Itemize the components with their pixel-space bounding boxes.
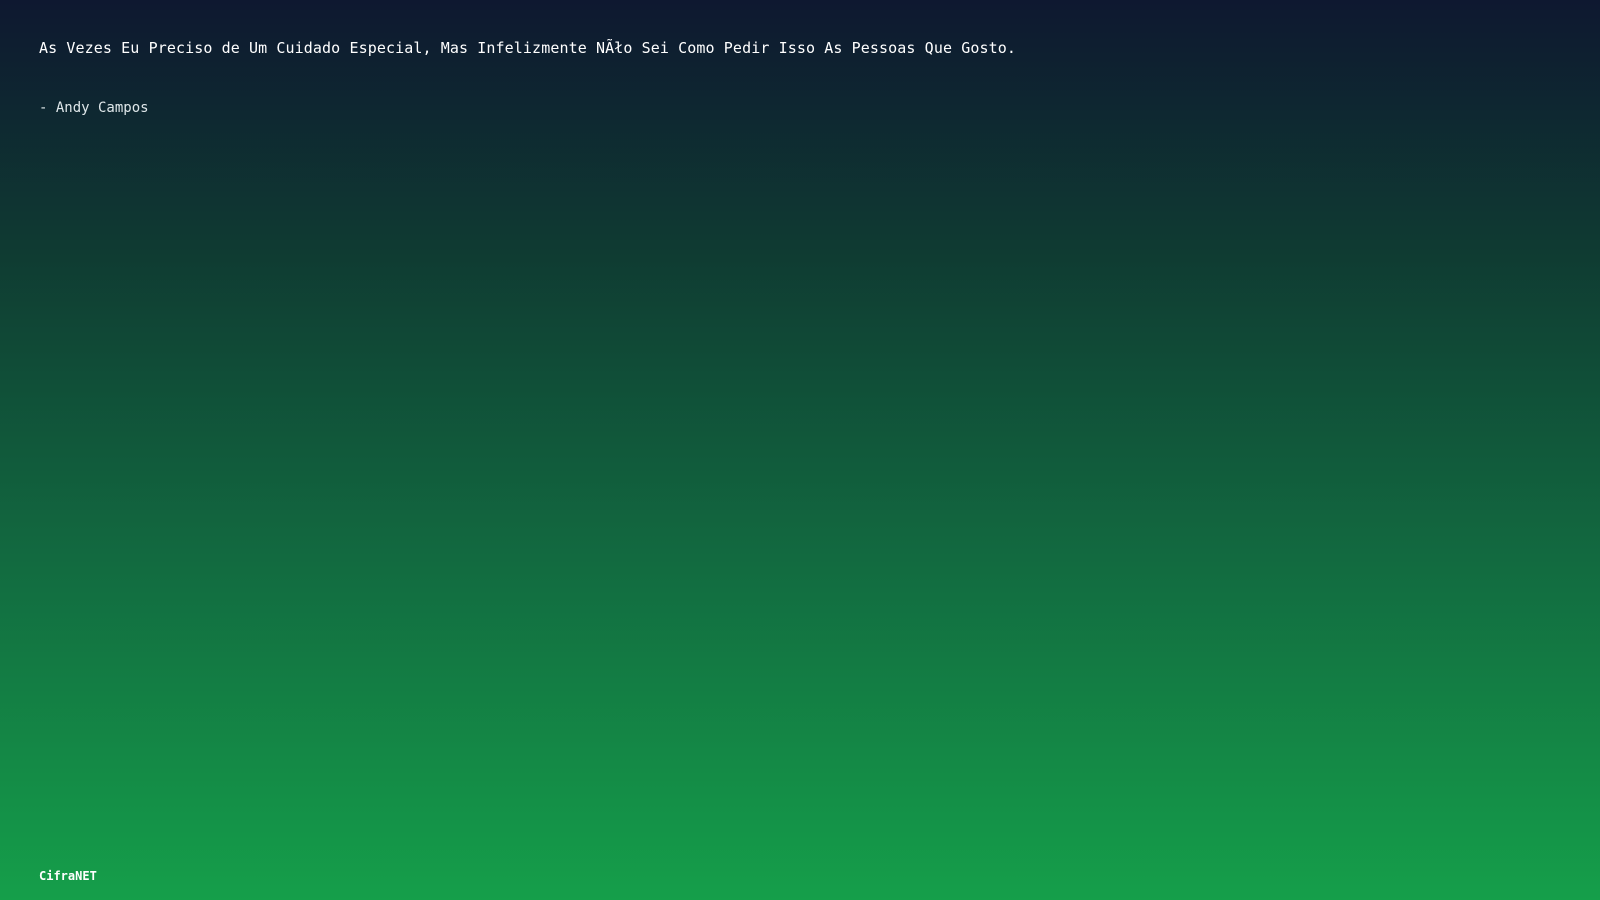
quote-text: As Vezes Eu Preciso de Um Cuidado Especi… — [39, 39, 1016, 57]
quote-author: - Andy Campos — [39, 100, 149, 116]
brand-logo-text: CifraNET — [39, 869, 97, 883]
